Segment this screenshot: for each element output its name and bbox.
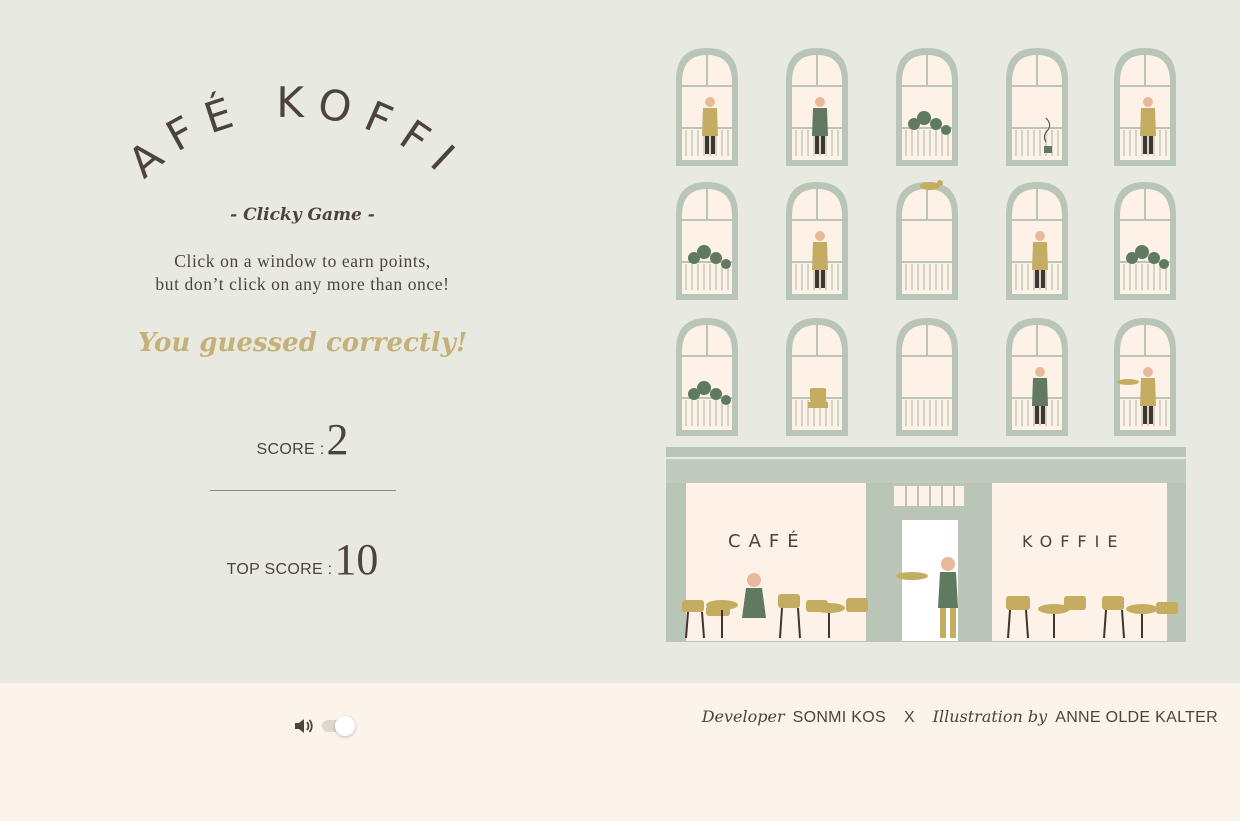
top-score-value: 10 bbox=[334, 535, 379, 584]
illustration-label: Illustration by bbox=[932, 707, 1048, 726]
window-frame bbox=[786, 48, 848, 166]
window-r1-c3[interactable] bbox=[894, 46, 960, 166]
speaker-icon[interactable] bbox=[294, 718, 314, 734]
cafe-building: CAFÉ KOFFIE bbox=[666, 42, 1186, 642]
window-r2-c5[interactable] bbox=[1112, 180, 1178, 300]
window-r2-c1[interactable] bbox=[674, 180, 740, 300]
developer-label: Developer bbox=[701, 707, 785, 726]
window-frame bbox=[676, 48, 738, 166]
window-frame bbox=[1114, 182, 1176, 300]
credits: Developer SONMI KOS X Illustration by AN… bbox=[702, 707, 1218, 727]
score-label: SCORE : bbox=[256, 441, 325, 458]
shop-window-right bbox=[992, 483, 1167, 641]
window-r2-c2[interactable] bbox=[784, 180, 850, 300]
window-r3-c4[interactable] bbox=[1004, 316, 1070, 436]
window-frame bbox=[1006, 318, 1068, 436]
window-frame bbox=[786, 318, 848, 436]
window-r2-c3[interactable] bbox=[894, 180, 960, 300]
window-frame bbox=[786, 182, 848, 300]
developer-link[interactable]: SONMI KOS bbox=[793, 709, 886, 727]
window-frame bbox=[1114, 48, 1176, 166]
info-panel: CAFÉ KOFFIE - Clicky Game - Click on a w… bbox=[100, 60, 505, 640]
instructions-line-1: Click on a window to earn points, bbox=[174, 251, 431, 271]
window-frame bbox=[896, 180, 958, 300]
window-frame bbox=[676, 182, 738, 300]
window-r3-c1[interactable] bbox=[674, 316, 740, 436]
window-r2-c4[interactable] bbox=[1004, 180, 1070, 300]
score-display: SCORE : 2 bbox=[100, 418, 505, 462]
game-subtitle: - Clicky Game - bbox=[230, 205, 375, 225]
window-frame bbox=[1006, 182, 1068, 300]
top-score-label: TOP SCORE : bbox=[226, 561, 333, 578]
top-score-display: TOP SCORE : 10 bbox=[100, 538, 505, 582]
svg-text:CAFÉ KOFFIE: CAFÉ KOFFIE bbox=[120, 80, 470, 189]
window-frame bbox=[896, 48, 958, 166]
shop-window-left bbox=[686, 483, 866, 641]
credits-separator: X bbox=[904, 709, 915, 726]
fascia bbox=[666, 459, 1186, 483]
window-frame bbox=[896, 318, 958, 436]
window-r3-c2[interactable] bbox=[784, 316, 850, 436]
instructions-line-2: but don’t click on any more than once! bbox=[155, 274, 450, 294]
cafe-koffie-logo: CAFÉ KOFFIE bbox=[120, 80, 470, 189]
sign-koffie: KOFFIE bbox=[1022, 532, 1125, 551]
window-r1-c1[interactable] bbox=[674, 46, 740, 166]
game-area: CAFÉ KOFFIE - Clicky Game - Click on a w… bbox=[0, 0, 1240, 683]
window-r1-c2[interactable] bbox=[784, 46, 850, 166]
feedback-message: You guessed correctly! bbox=[137, 328, 468, 358]
sign-cafe: CAFÉ bbox=[728, 530, 807, 552]
footer: Developer SONMI KOS X Illustration by AN… bbox=[0, 683, 1240, 821]
score-value: 2 bbox=[326, 415, 349, 464]
window-frame bbox=[1006, 48, 1068, 166]
toggle-knob bbox=[335, 716, 355, 736]
sound-control bbox=[294, 716, 356, 736]
logo-text: CAFÉ KOFFIE bbox=[120, 80, 460, 189]
sound-toggle[interactable] bbox=[320, 716, 356, 736]
window-r1-c5[interactable] bbox=[1112, 46, 1178, 166]
score-divider bbox=[210, 490, 396, 491]
illustrator-link[interactable]: ANNE OLDE KALTER bbox=[1055, 709, 1218, 727]
window-r3-c3[interactable] bbox=[894, 316, 960, 436]
cornice bbox=[666, 447, 1186, 457]
window-r3-c5[interactable] bbox=[1112, 316, 1178, 436]
window-frame bbox=[1114, 318, 1176, 436]
instructions: Click on a window to earn points, but do… bbox=[100, 250, 505, 296]
window-r1-c4[interactable] bbox=[1004, 46, 1070, 166]
window-frame bbox=[676, 318, 738, 436]
